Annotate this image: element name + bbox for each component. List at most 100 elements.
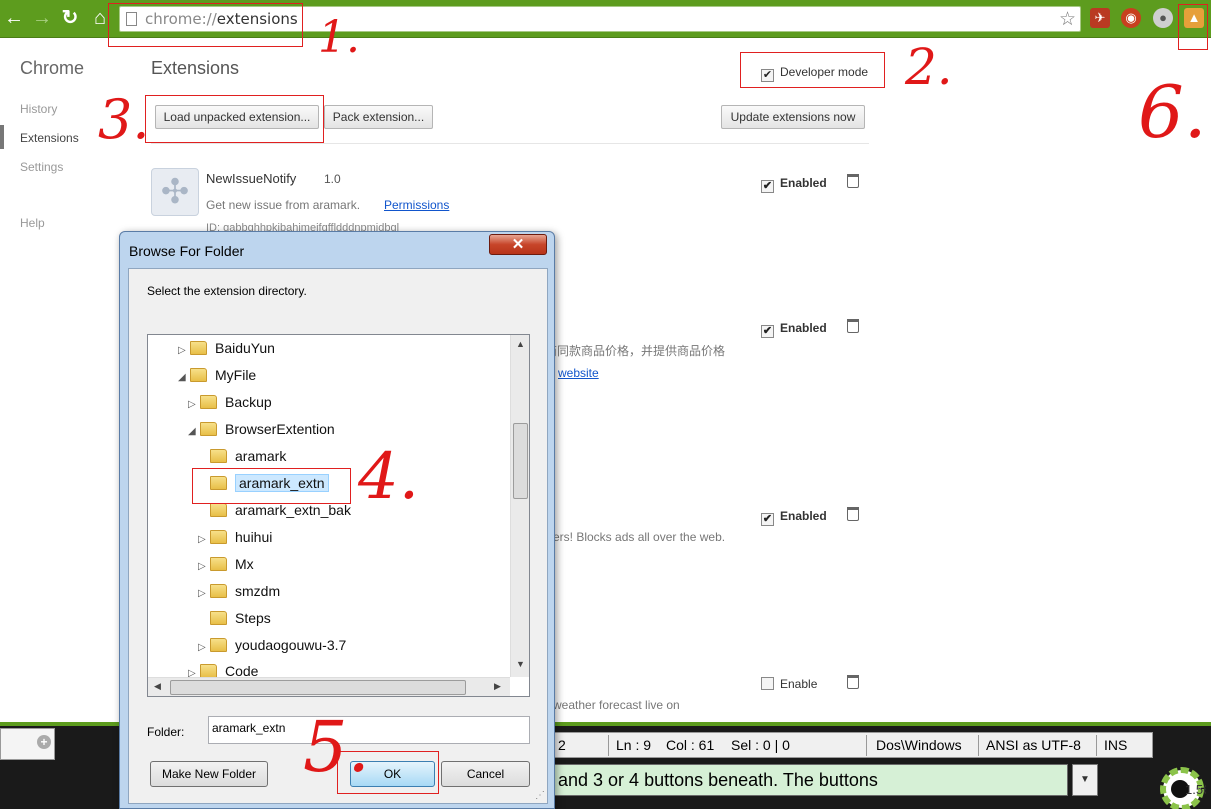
divider — [151, 143, 869, 144]
sidebar-item-history[interactable]: History — [20, 102, 57, 116]
annotation-number-5: 5. — [303, 706, 370, 788]
collapse-arrow-icon[interactable]: ◢ — [178, 366, 190, 390]
editor-text-line[interactable]: and 3 or 4 buttons beneath. The buttons — [553, 764, 1068, 796]
checkbox-icon[interactable]: ✔ — [761, 180, 774, 193]
website-link[interactable]: website — [558, 366, 599, 380]
checkbox-icon[interactable] — [761, 677, 774, 690]
extension-description: Get new issue from aramark. — [206, 198, 361, 212]
update-extensions-button[interactable]: Update extensions now — [721, 105, 865, 129]
window-thumbnail[interactable]: + — [0, 728, 55, 760]
expand-arrow-icon[interactable]: ▷ — [188, 393, 200, 417]
tree-item-backup[interactable]: ▷ Backup — [188, 390, 272, 414]
annotation-number-2: 2. — [905, 38, 953, 96]
scroll-thumb[interactable] — [513, 423, 528, 499]
annotation-box-1 — [108, 3, 303, 47]
folder-icon — [210, 449, 227, 463]
tree-item-baiduyun[interactable]: ▷ BaiduYun — [178, 336, 275, 360]
folder-icon — [210, 557, 227, 571]
forward-arrow-icon[interactable]: → — [30, 6, 54, 30]
horizontal-scrollbar[interactable]: ◀ ▶ — [148, 677, 510, 696]
scroll-down-icon[interactable]: ▼ — [516, 659, 525, 669]
add-icon[interactable]: + — [37, 735, 51, 749]
extension-name: NewIssueNotify — [206, 171, 297, 186]
collapse-arrow-icon[interactable]: ◢ — [188, 420, 200, 444]
trash-icon[interactable] — [847, 675, 859, 689]
page-title: Extensions — [151, 58, 240, 78]
extension-icon-2[interactable]: ◉ — [1121, 8, 1141, 28]
expand-arrow-icon[interactable]: ▷ — [198, 582, 210, 606]
trash-icon[interactable] — [847, 507, 859, 521]
make-new-folder-button[interactable]: Make New Folder — [150, 761, 268, 787]
active-indicator — [0, 125, 4, 149]
annotation-box-3 — [145, 95, 324, 143]
puzzle-piece-icon: ✣ — [151, 168, 199, 216]
tree-item-youdaogouwu[interactable]: ▷ youdaogouwu-3.7 — [198, 633, 346, 657]
dialog-prompt: Select the extension directory. — [147, 284, 307, 298]
expand-arrow-icon[interactable]: ▷ — [198, 636, 210, 660]
tree-item-myfile[interactable]: ◢ MyFile — [178, 363, 256, 387]
folder-icon — [200, 395, 217, 409]
sidebar-item-settings[interactable]: Settings — [20, 160, 63, 174]
status-encoding: ANSI as UTF-8 — [986, 737, 1081, 753]
permissions-link[interactable]: Permissions — [384, 198, 449, 212]
tree-item-aramark[interactable]: aramark — [198, 444, 286, 468]
reload-icon[interactable]: ↻ — [58, 6, 82, 30]
scroll-right-icon[interactable]: ▶ — [494, 681, 501, 692]
status-separator — [978, 735, 979, 756]
extension-description: weather forecast live on — [553, 698, 680, 712]
tree-item-steps[interactable]: Steps — [198, 606, 271, 630]
scroll-thumb[interactable] — [170, 680, 466, 695]
bookmark-star-icon[interactable]: ☆ — [1059, 8, 1076, 31]
status-separator — [1096, 735, 1097, 756]
back-arrow-icon[interactable]: ← — [2, 6, 26, 30]
tree-item-smzdm[interactable]: ▷ smzdm — [198, 579, 280, 603]
status-col-partial: 2 — [558, 737, 566, 753]
expand-arrow-icon[interactable]: ▷ — [198, 528, 210, 552]
ring-number: 1.56 — [1185, 782, 1206, 797]
enabled-checkbox[interactable]: ✔ Enabled — [761, 176, 827, 193]
enabled-checkbox[interactable]: ✔ Enabled — [761, 509, 827, 526]
checkbox-icon[interactable]: ✔ — [761, 325, 774, 338]
scroll-up-icon[interactable]: ▲ — [516, 339, 525, 349]
expand-arrow-icon[interactable]: ▷ — [178, 339, 190, 363]
expand-arrow-icon[interactable]: ▷ — [198, 555, 210, 579]
checkbox-icon[interactable]: ✔ — [761, 513, 774, 526]
extension-icon-3[interactable]: ● — [1153, 8, 1173, 28]
trash-icon[interactable] — [847, 319, 859, 333]
vertical-scrollbar[interactable]: ▲ ▼ — [510, 335, 529, 677]
annotation-box-4 — [192, 468, 351, 504]
trash-icon[interactable] — [847, 174, 859, 188]
folder-icon — [210, 530, 227, 544]
folder-icon — [210, 584, 227, 598]
tree-item-huihui[interactable]: ▷ huihui — [198, 525, 272, 549]
editor-statusbar: 2 Ln : 9 Col : 61 Sel : 0 | 0 Dos\Window… — [553, 732, 1153, 758]
enable-checkbox[interactable]: Enable — [761, 677, 817, 691]
dialog-title: Browse For Folder — [129, 243, 245, 259]
status-mode: INS — [1104, 737, 1128, 753]
annotation-number-6: 6. — [1138, 70, 1207, 154]
status-separator — [608, 735, 609, 756]
folder-icon — [190, 341, 207, 355]
folder-label: Folder: — [147, 725, 185, 739]
sidebar-item-extensions[interactable]: Extensions — [20, 131, 79, 145]
annotation-number-1: 1. — [318, 12, 360, 63]
status-separator — [866, 735, 867, 756]
resize-grip-icon[interactable]: ⋰ — [535, 790, 545, 801]
tree-item-browserextention[interactable]: ◢ BrowserExtention — [188, 417, 335, 441]
extension-icon-1[interactable]: ✈ — [1090, 8, 1110, 28]
status-line: Ln : 9 — [616, 737, 652, 753]
scroll-left-icon[interactable]: ◀ — [154, 681, 161, 692]
tree-item-mx[interactable]: ▷ Mx — [198, 552, 254, 576]
folder-icon — [190, 368, 207, 382]
close-icon[interactable]: ✕ — [489, 234, 547, 255]
enabled-checkbox[interactable]: ✔ Enabled — [761, 321, 827, 338]
pack-extension-button[interactable]: Pack extension... — [324, 105, 433, 129]
dropdown-arrow-icon[interactable]: ▼ — [1072, 764, 1098, 796]
folder-icon — [200, 422, 217, 436]
status-eol: Dos\Windows — [876, 737, 962, 753]
sidebar-item-help[interactable]: Help — [20, 216, 45, 230]
progress-ring-icon: 1.56 — [1160, 767, 1206, 809]
cancel-button[interactable]: Cancel — [441, 761, 530, 787]
annotation-box-6 — [1178, 4, 1208, 50]
folder-tree[interactable]: ▷ BaiduYun ◢ MyFile ▷ Backup ◢ BrowserExtent… — [147, 334, 530, 697]
